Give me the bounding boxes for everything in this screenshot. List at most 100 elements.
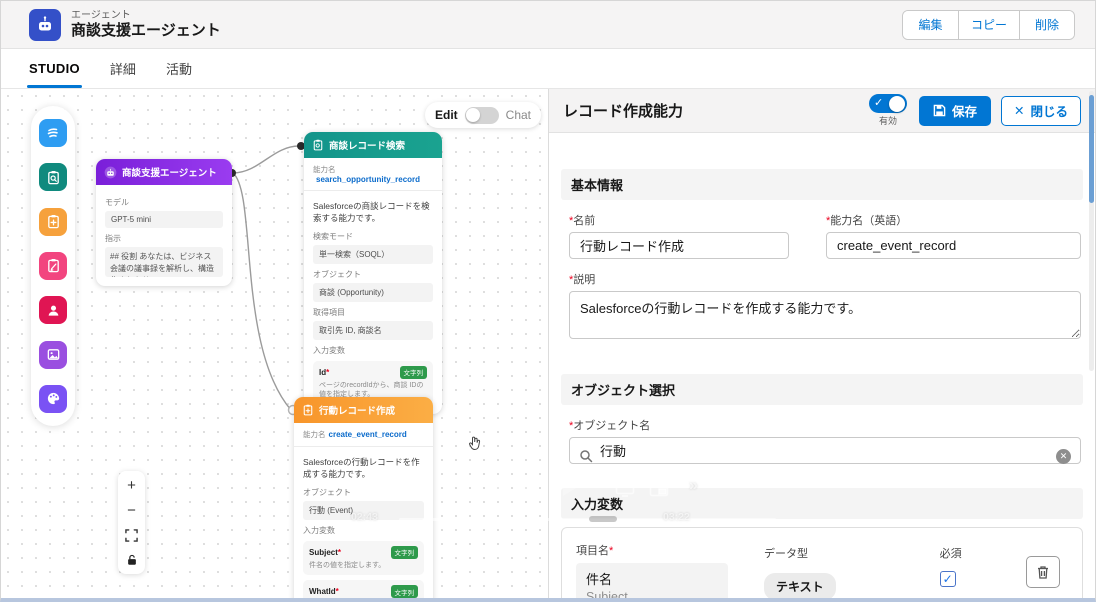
capability-form: 基本情報 *名前 *能力名（英語） *説明 Salesforceの行動レコードを… [549,133,1095,598]
type-badge: 文字列 [390,545,418,559]
enabled-toggle[interactable]: ✓ [868,94,907,113]
node-description: Salesforceの商談レコードを検索する能力です。 [313,201,430,224]
field-value: GPT-5 mini [105,211,223,228]
type-badge: 文字列 [390,585,418,598]
node-title: 行動レコード作成 [319,406,396,417]
lock-button[interactable] [123,552,141,568]
field-label: 検索モード [313,231,353,241]
mode-toggle: Edit Chat [425,102,542,128]
name-field[interactable] [569,232,789,259]
node-description: Salesforceの行動レコードを作成する能力です。 [303,457,420,480]
fit-view-button[interactable] [123,527,141,543]
robot-icon [39,15,51,30]
field-value: 行動 (Event) [303,500,424,520]
close-button[interactable]: ✕ 閉じる [1001,95,1081,126]
search-icon [579,449,593,468]
robot-icon [104,166,117,179]
node-title: 商談支援エージェント [122,168,217,179]
node-title: 商談レコード検索 [329,141,406,152]
field-value: 商談 (Opportunity) [313,282,433,302]
data-type-pill: テキスト [764,573,836,598]
required-label: 必須 [939,548,962,560]
edge-connectors [228,142,305,416]
field-label: 取得項目 [313,307,345,317]
section-input-vars: 入力変数 [561,488,1083,519]
tab-details[interactable]: 詳細 [110,49,136,88]
capability-title: レコード作成能力 [563,103,684,120]
input-var: WhatId* 文字列 関連先 IDの値を指定します。 [303,580,424,598]
tab-studio[interactable]: STUDIO [27,49,82,88]
ability-name-link[interactable]: search_opportunity_record [316,175,420,184]
app-header: エージェント 商談支援エージェント 編集 コピー 削除 [1,1,1095,49]
app-category: エージェント [71,10,131,22]
name-field-label: *名前 [569,215,596,227]
enabled-toggle-label: 有効 [878,116,897,126]
field-value: 取引先 ID, 商談名 [313,320,433,340]
record-search-icon [312,139,324,151]
ability-label: 能力名 [313,165,336,174]
record-create-icon[interactable] [39,207,67,236]
mode-chat-label: Chat [505,108,532,122]
type-badge: 文字列 [399,365,427,379]
palette-icon[interactable] [39,384,67,413]
save-icon [933,104,946,117]
flow-canvas[interactable]: Edit Chat 商談支援エージェント モデル GPT-5 mini 指示 #… [1,89,549,598]
node-agent[interactable]: 商談支援エージェント モデル GPT-5 mini 指示 ## 役割 あなたは、… [96,159,232,286]
section-basic-info: 基本情報 [561,169,1083,200]
record-edit-icon[interactable] [39,251,67,280]
required-checkbox[interactable]: ✓ [939,571,956,587]
user-icon[interactable] [39,296,67,325]
scrollbar-thumb[interactable] [1089,95,1094,203]
capability-panel: レコード作成能力 ✓ 有効 保存 ✕ 閉じる 基本情報 *名前 行動レコード作成… [549,89,1095,598]
node-toolbar [31,106,75,426]
clear-icon[interactable]: ✕ [1056,449,1071,464]
description-field-label: *説明 [569,274,596,286]
field-label: モデル [105,198,129,207]
tab-bar: STUDIO 詳細 活動 [1,49,1095,89]
page-title: 商談支援エージェント [71,21,221,39]
mode-switch[interactable] [464,106,499,124]
header-action-group: 編集 コピー 削除 [901,9,1075,40]
object-name-field-label: *オブジェクト名 [569,420,651,432]
copy-button[interactable]: コピー [957,10,1019,39]
field-label: オブジェクト [313,269,361,279]
tab-activity[interactable]: 活動 [166,49,192,88]
api-name-field-label: *能力名（英語） [826,215,908,227]
field-value: 単一検索（SOQL） [313,244,433,264]
node-opportunity-search[interactable]: 商談レコード検索 能力名search_opportunity_record Sa… [304,132,442,415]
node-event-create[interactable]: 行動レコード作成 能力名 create_event_record Salesfor… [294,397,433,598]
panel-scrollbar [1089,91,1094,371]
close-icon: ✕ [1014,104,1025,118]
data-type-label: データ型 [764,548,808,560]
delete-var-button[interactable] [1026,556,1060,588]
field-name-value[interactable]: 件名 Subject [576,563,728,598]
zoom-out-button[interactable]: − [123,502,141,518]
trash-icon [1038,565,1048,579]
ability-label: 能力名 [303,430,326,439]
delete-button[interactable]: 削除 [1019,10,1074,39]
field-name-label: 項目名* [576,545,614,557]
edit-button[interactable]: 編集 [902,10,958,39]
record-create-icon [302,404,314,416]
field-label: 指示 [105,234,121,243]
api-name-field[interactable] [826,232,1081,259]
input-var: Subject* 文字列 件名の値を指定します。 [303,540,424,576]
agent-app-icon [29,8,61,41]
mode-edit-label: Edit [435,108,458,122]
flow-icon[interactable] [39,119,67,147]
field-label: オブジェクト [303,487,351,497]
description-field[interactable]: Salesforceの行動レコードを作成する能力です。 [569,291,1081,339]
save-button[interactable]: 保存 [918,95,991,126]
object-search-input[interactable] [569,437,1081,464]
canvas-zoom-controls: + − [118,471,145,574]
zoom-in-button[interactable]: + [123,477,141,493]
record-search-icon[interactable] [39,163,67,192]
image-icon[interactable] [39,340,67,369]
ability-name-link[interactable]: create_event_record [329,430,407,439]
input-var-card: 項目名* 件名 Subject データ型 テキスト 必須 ✓ [561,527,1083,598]
vars-label: 入力変数 [303,525,335,535]
agent-studio-window: エージェント 商談支援エージェント 編集 コピー 削除 STUDIO 詳細 活動 [0,0,1096,602]
section-object-select: オブジェクト選択 [561,374,1083,405]
capability-panel-header: レコード作成能力 ✓ 有効 保存 ✕ 閉じる [549,89,1095,133]
field-value: ## 役割 あなたは、ビジネス会議の議事録を解析し、構造化されたサ… [105,247,223,277]
